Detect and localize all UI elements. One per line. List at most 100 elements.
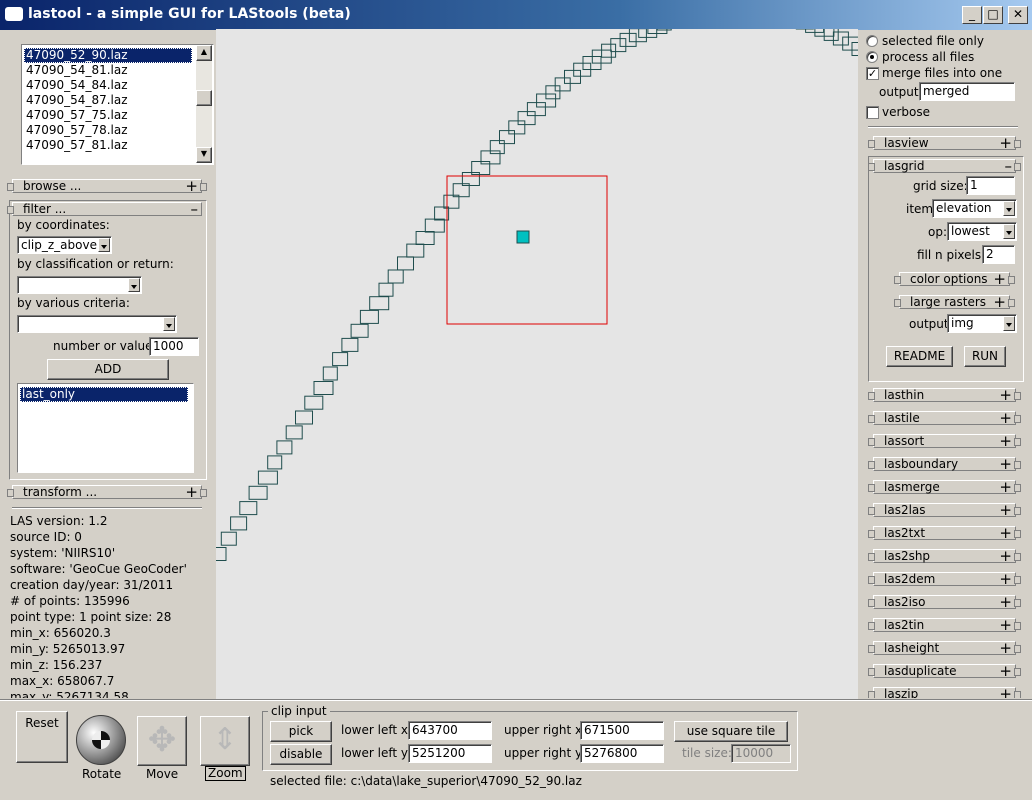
tool-section-lasheight[interactable]: lasheight + <box>868 639 1021 657</box>
tool-section-las2txt[interactable]: las2txt + <box>868 524 1021 542</box>
active-filters-listbox[interactable]: last_only <box>17 383 194 473</box>
tool-section-lassort[interactable]: lassort + <box>868 432 1021 450</box>
tile-outline[interactable] <box>267 455 283 470</box>
tile-outline[interactable] <box>387 269 404 284</box>
tile-outline[interactable] <box>517 111 536 126</box>
tile-outline[interactable] <box>322 366 338 381</box>
tile-outline[interactable] <box>332 352 349 367</box>
transform-section-header[interactable]: transform ... + <box>7 483 207 501</box>
tile-outline[interactable] <box>248 485 268 500</box>
tile-outline[interactable] <box>508 120 526 135</box>
add-filter-button[interactable]: ADD <box>47 359 169 380</box>
file-list-item[interactable]: 47090_57_81.laz <box>24 138 192 153</box>
lower-left-x-input[interactable]: 643700 <box>408 721 492 740</box>
close-button[interactable]: ✕ <box>1008 6 1028 24</box>
tile-outline[interactable] <box>378 282 394 297</box>
tile-outline[interactable] <box>257 470 278 485</box>
upper-right-y-input[interactable]: 5276800 <box>580 744 664 763</box>
tile-outline[interactable] <box>295 410 313 425</box>
tile-outline[interactable] <box>350 323 369 338</box>
criteria-filter-select[interactable] <box>17 315 177 333</box>
tile-outline[interactable] <box>619 32 637 47</box>
tile-outline[interactable] <box>545 85 561 100</box>
file-list-item[interactable]: 47090_57_78.laz <box>24 123 192 138</box>
tool-section-lasboundary[interactable]: lasboundary + <box>868 455 1021 473</box>
number-value-input[interactable]: 1000 <box>149 337 199 356</box>
color-options-section-header[interactable]: color options + <box>894 270 1015 288</box>
file-list-item[interactable]: 47090_52_90.laz <box>24 48 192 63</box>
tile-outline[interactable] <box>406 243 425 258</box>
tile-outline[interactable] <box>230 516 248 531</box>
tile-outline[interactable] <box>554 77 571 92</box>
tool-section-lasthin[interactable]: lasthin + <box>868 388 1021 404</box>
rotate-icon[interactable] <box>76 715 126 765</box>
tile-outline[interactable] <box>341 337 359 352</box>
op-select[interactable]: lowest <box>947 222 1017 241</box>
tile-outline[interactable] <box>415 231 435 245</box>
output-name-input[interactable]: merged <box>919 82 1015 101</box>
active-filter-item[interactable]: last_only <box>20 387 188 402</box>
lasgrid-section-header[interactable]: lasgrid – <box>868 157 1021 175</box>
tile-outline[interactable] <box>211 547 227 561</box>
tile-outline[interactable] <box>656 16 672 31</box>
tile-outline[interactable] <box>851 42 870 56</box>
tile-outline[interactable] <box>220 531 237 546</box>
tool-section-lasduplicate[interactable]: lasduplicate + <box>868 662 1021 680</box>
tile-outline[interactable] <box>832 31 849 46</box>
pick-button[interactable]: pick <box>270 721 332 742</box>
scroll-down-button[interactable]: ▼ <box>196 147 212 163</box>
file-list-item[interactable]: 47090_57_75.laz <box>24 108 192 123</box>
tile-outline[interactable] <box>359 309 379 324</box>
tile-outline[interactable] <box>823 26 839 41</box>
tile-outline[interactable] <box>276 440 293 455</box>
grid-output-select[interactable]: img <box>947 314 1017 333</box>
tool-section-las2las[interactable]: las2las + <box>868 501 1021 519</box>
merge-checkbox[interactable]: ✓ <box>866 67 879 80</box>
point-cloud-canvas[interactable] <box>211 3 870 699</box>
tile-outline[interactable] <box>610 38 627 53</box>
tile-outline[interactable] <box>397 256 414 271</box>
tool-section-las2iso[interactable]: las2iso + <box>868 593 1021 611</box>
use-square-tile-button[interactable]: use square tile <box>674 721 788 742</box>
tool-section-lasmerge[interactable]: lasmerge + <box>868 478 1021 496</box>
tile-outline[interactable] <box>285 425 303 440</box>
browse-section-header[interactable]: browse ... + <box>7 177 207 195</box>
run-button[interactable]: RUN <box>964 346 1006 367</box>
file-list-scrollbar[interactable]: ▲ ▼ <box>196 45 212 163</box>
selected-tile[interactable] <box>516 230 530 244</box>
tile-outline[interactable] <box>239 501 258 516</box>
tool-section-lastile[interactable]: lastile + <box>868 409 1021 427</box>
large-rasters-section-header[interactable]: large rasters + <box>894 293 1015 311</box>
tile-outline[interactable] <box>313 381 334 395</box>
tile-outline[interactable] <box>489 140 505 155</box>
zoom-icon[interactable]: ⇕ <box>200 716 250 766</box>
tile-outline[interactable] <box>564 69 581 84</box>
file-list-item[interactable]: 47090_54_84.laz <box>24 78 192 93</box>
tile-outline[interactable] <box>304 395 324 410</box>
reset-button[interactable]: Reset <box>16 711 68 763</box>
coordinate-filter-select[interactable]: clip_z_above <box>17 236 112 254</box>
file-list-item[interactable]: 47090_54_87.laz <box>24 93 192 108</box>
lasview-section-header[interactable]: lasview + <box>868 134 1021 152</box>
classification-filter-select[interactable] <box>17 276 142 294</box>
filter-section-header[interactable]: filter ... – <box>7 200 202 218</box>
minimize-button[interactable]: _ <box>962 6 982 24</box>
move-icon[interactable]: ✥ <box>137 716 187 766</box>
maximize-button[interactable]: □ <box>983 6 1003 24</box>
tool-section-las2shp[interactable]: las2shp + <box>868 547 1021 565</box>
file-list-item[interactable]: 47090_54_81.laz <box>24 63 192 78</box>
tile-size-input[interactable]: 10000 <box>731 744 791 763</box>
fill-pixels-input[interactable]: 2 <box>982 245 1015 264</box>
tile-outline[interactable] <box>842 36 860 51</box>
disable-button[interactable]: disable <box>270 744 332 765</box>
readme-button[interactable]: README <box>886 346 953 367</box>
file-listbox[interactable]: 47090_52_90.laz 47090_54_81.laz 47090_54_8… <box>21 44 214 165</box>
tile-outline[interactable] <box>628 28 647 43</box>
tile-outline[interactable] <box>601 43 617 58</box>
tool-section-las2dem[interactable]: las2dem + <box>868 570 1021 588</box>
lower-left-y-input[interactable]: 5251200 <box>408 744 492 763</box>
scroll-thumb[interactable] <box>196 90 212 106</box>
grid-size-input[interactable]: 1 <box>966 176 1015 195</box>
clip-rectangle[interactable] <box>446 175 608 325</box>
scroll-up-button[interactable]: ▲ <box>196 45 212 61</box>
